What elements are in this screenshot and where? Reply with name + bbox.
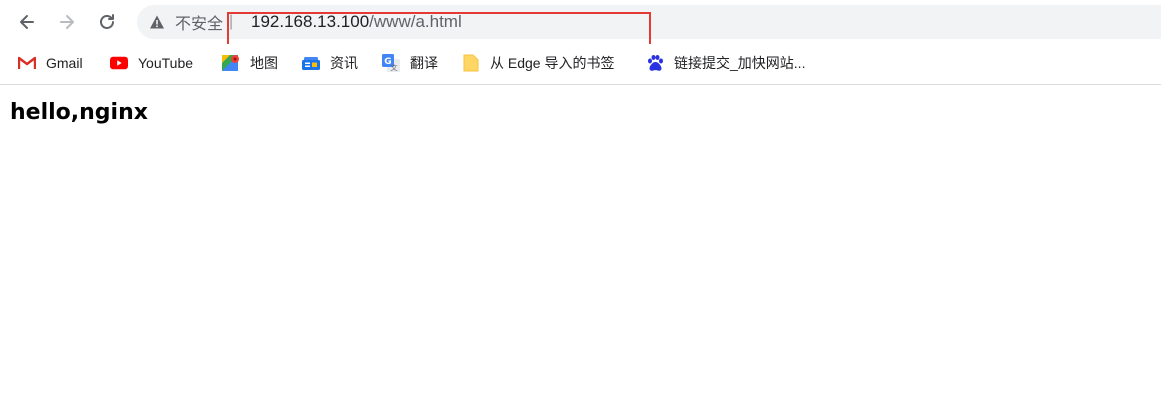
news-icon <box>302 54 320 72</box>
back-button[interactable] <box>13 8 41 36</box>
bookmark-label: 链接提交_加快网站... <box>674 55 806 71</box>
bookmark-label: 资讯 <box>330 55 358 71</box>
bookmark-baidu-submit[interactable]: 链接提交_加快网站... <box>646 52 805 74</box>
address-bar[interactable]: 不安全 | 192.168.13.100/www/a.html <box>137 5 1161 39</box>
maps-icon <box>222 54 240 72</box>
page-content: hello,nginx <box>10 100 148 125</box>
reload-button[interactable] <box>93 8 121 36</box>
bookmark-youtube[interactable]: YouTube <box>110 52 193 74</box>
security-label: 不安全 <box>175 16 224 33</box>
page-heading: hello,nginx <box>10 100 148 125</box>
bookmarks-bar: Gmail YouTube 地图 资讯 G 文 翻译 从 Edge 导入的书签 … <box>0 44 1161 85</box>
bookmark-label: Gmail <box>46 55 83 71</box>
bookmark-maps[interactable]: 地图 <box>222 52 278 74</box>
reload-icon <box>100 14 114 29</box>
browser-toolbar: 不安全 | 192.168.13.100/www/a.html <box>0 0 1161 44</box>
bookmark-label: 翻译 <box>410 55 438 71</box>
security-indicator[interactable]: 不安全 | <box>149 5 233 39</box>
forward-arrow-icon <box>60 15 74 29</box>
bookmark-gmail[interactable]: Gmail <box>18 52 83 74</box>
bookmark-label: 地图 <box>250 55 278 71</box>
bookmark-label: YouTube <box>138 55 194 71</box>
url-path: /www/a.html <box>369 12 462 31</box>
security-separator: | <box>229 13 234 30</box>
bookmark-label: 从 Edge 导入的书签 <box>490 55 615 71</box>
bookmark-translate[interactable]: G 文 翻译 <box>382 52 438 74</box>
youtube-icon <box>110 54 128 72</box>
url-host: 192.168.13.100 <box>251 12 370 31</box>
bookmark-news[interactable]: 资讯 <box>302 52 358 74</box>
svg-text:文: 文 <box>391 63 398 72</box>
translate-icon: G 文 <box>382 54 400 72</box>
gmail-icon <box>18 54 36 72</box>
warning-icon <box>149 14 165 30</box>
forward-button[interactable] <box>53 8 81 36</box>
back-arrow-icon <box>20 15 34 29</box>
folder-icon <box>462 54 480 72</box>
baidu-paw-icon <box>646 54 664 72</box>
bookmark-edge-folder[interactable]: 从 Edge 导入的书签 <box>462 52 614 74</box>
url-text[interactable]: 192.168.13.100/www/a.html <box>251 5 462 39</box>
